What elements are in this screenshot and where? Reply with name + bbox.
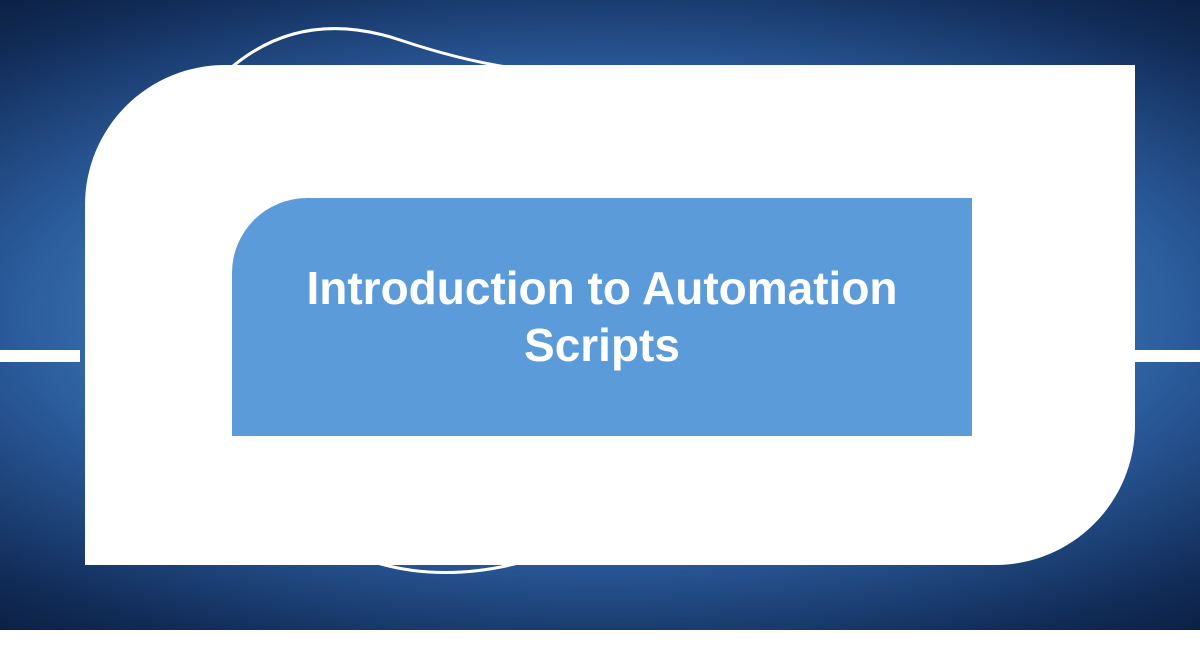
inner-blue-card: Introduction to Automation Scripts <box>232 198 972 436</box>
slide-title: Introduction to Automation Scripts <box>282 260 922 375</box>
decorative-line-left <box>0 350 80 362</box>
